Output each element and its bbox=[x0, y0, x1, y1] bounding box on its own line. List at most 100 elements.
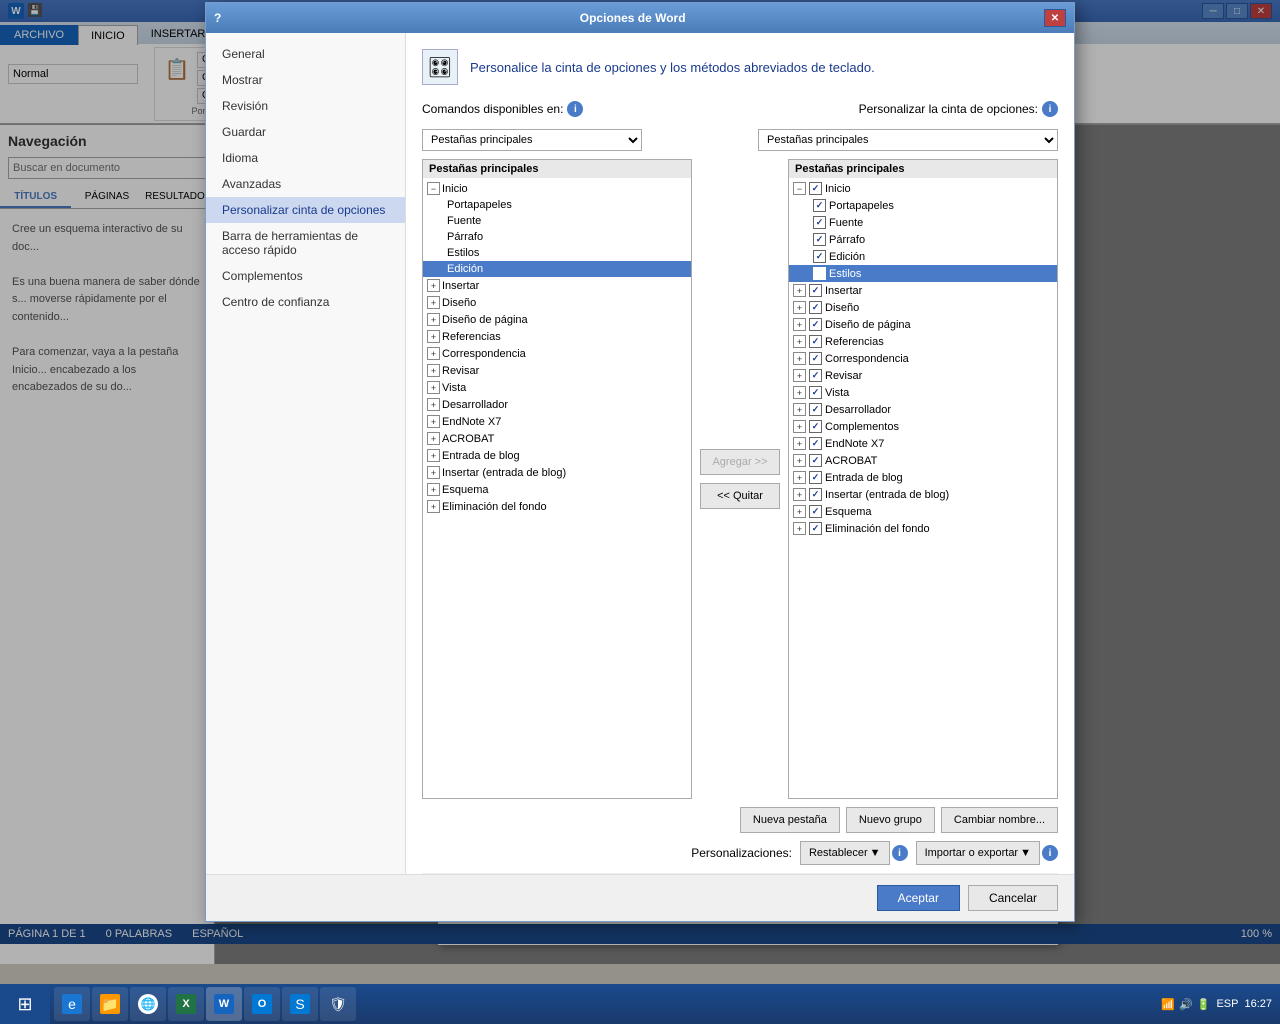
taskbar-right: 📶 🔊 🔋 ESP 16:27 bbox=[1153, 998, 1280, 1011]
cancel-button[interactable]: Cancelar bbox=[968, 885, 1058, 911]
personalization-info-icon[interactable]: i bbox=[892, 845, 908, 861]
accept-button[interactable]: Aceptar bbox=[877, 885, 960, 911]
import-group: Importar o exportar ▼ i bbox=[916, 841, 1058, 865]
right-tree-item[interactable]: +✓EndNote X7 bbox=[789, 435, 1057, 452]
taskbar-word[interactable]: W bbox=[206, 987, 242, 1021]
left-tree-item[interactable]: Estilos bbox=[423, 245, 691, 261]
right-tree-item[interactable]: ✓Fuente bbox=[789, 214, 1057, 231]
new-group-button[interactable]: Nuevo grupo bbox=[846, 807, 935, 833]
left-tree-item[interactable]: +Insertar bbox=[423, 277, 691, 294]
dialog-left-nav: General Mostrar Revisión Guardar Idioma … bbox=[206, 33, 406, 874]
left-tree-item[interactable]: +Esquema bbox=[423, 481, 691, 498]
right-tree-item[interactable]: +✓Correspondencia bbox=[789, 350, 1057, 367]
taskbar-outlook[interactable]: O bbox=[244, 987, 280, 1021]
right-tree-item[interactable]: +✓Entrada de blog bbox=[789, 469, 1057, 486]
nav-item-guardar[interactable]: Guardar bbox=[206, 119, 405, 145]
left-tree-item[interactable]: +ACROBAT bbox=[423, 430, 691, 447]
nav-item-personalizar-cinta[interactable]: Personalizar cinta de opciones bbox=[206, 197, 405, 223]
taskbar-explorer[interactable]: 📁 bbox=[92, 987, 128, 1021]
dialog-titlebar: ? Opciones de Word ✕ bbox=[206, 3, 1074, 33]
taskbar: ⊞ e 📁 🌐 X W O S 🛡 📶 🔊 🔋 bbox=[0, 984, 1280, 1024]
customize-dropdown[interactable]: Pestañas principales bbox=[758, 129, 1058, 151]
right-tree-item[interactable]: ✓Portapapeles bbox=[789, 197, 1057, 214]
import-info-icon[interactable]: i bbox=[1042, 845, 1058, 861]
right-tree-item[interactable]: −✓Inicio bbox=[789, 180, 1057, 197]
clock: 16:27 bbox=[1244, 998, 1272, 1010]
left-tree-item[interactable]: +Desarrollador bbox=[423, 396, 691, 413]
left-tree-item[interactable]: Portapapeles bbox=[423, 197, 691, 213]
right-tree-item[interactable]: +✓Esquema bbox=[789, 503, 1057, 520]
dialog-content-title-text: Personalice la cinta de opciones y los m… bbox=[470, 60, 875, 75]
right-tree-item[interactable]: +✓Diseño bbox=[789, 299, 1057, 316]
right-tree-item[interactable]: +✓Revisar bbox=[789, 367, 1057, 384]
right-tree-item[interactable]: +✓ACROBAT bbox=[789, 452, 1057, 469]
customize-info-icon[interactable]: i bbox=[1042, 101, 1058, 117]
left-tree-item[interactable]: Edición bbox=[423, 261, 691, 277]
right-tree-item[interactable]: +✓Complementos bbox=[789, 418, 1057, 435]
dialog-content-header: 🎛 Personalice la cinta de opciones y los… bbox=[422, 49, 1058, 85]
reset-group: Restablecer ▼ i bbox=[800, 841, 908, 865]
left-tree-item[interactable]: Fuente bbox=[423, 213, 691, 229]
nav-item-idioma[interactable]: Idioma bbox=[206, 145, 405, 171]
new-tab-button[interactable]: Nueva pestaña bbox=[740, 807, 840, 833]
taskbar-antivirus[interactable]: 🛡 bbox=[320, 987, 356, 1021]
dialog-close-button[interactable]: ✕ bbox=[1044, 9, 1066, 27]
remove-button[interactable]: << Quitar bbox=[700, 483, 780, 509]
right-tree-item[interactable]: +✓Referencias bbox=[789, 333, 1057, 350]
left-tree-item[interactable]: Párrafo bbox=[423, 229, 691, 245]
right-tree-item[interactable]: ✓Párrafo bbox=[789, 231, 1057, 248]
left-tree-item[interactable]: +Diseño de página bbox=[423, 311, 691, 328]
nav-item-barra-herramientas[interactable]: Barra de herramientas de acceso rápido bbox=[206, 223, 405, 263]
right-tree-item[interactable]: +✓Insertar (entrada de blog) bbox=[789, 486, 1057, 503]
left-tree-item[interactable]: −Inicio bbox=[423, 180, 691, 197]
left-tree-item[interactable]: +Entrada de blog bbox=[423, 447, 691, 464]
dialog-footer: Aceptar Cancelar bbox=[206, 874, 1074, 921]
options-dialog: ? Opciones de Word ✕ General Mostrar Rev… bbox=[205, 2, 1075, 922]
left-tree-item[interactable]: +Correspondencia bbox=[423, 345, 691, 362]
right-tree-item[interactable]: ✓Edición bbox=[789, 248, 1057, 265]
skype-icon: S bbox=[290, 994, 310, 1014]
right-tree-item[interactable]: ✓Estilos bbox=[789, 265, 1057, 282]
nav-item-general[interactable]: General bbox=[206, 41, 405, 67]
modal-overlay: ? Opciones de Word ✕ General Mostrar Rev… bbox=[0, 0, 1280, 984]
controls-row: Comandos disponibles en: i Personalizar … bbox=[422, 101, 1058, 117]
dialog-help-icon[interactable]: ? bbox=[214, 11, 221, 25]
add-button[interactable]: Agregar >> bbox=[700, 449, 780, 475]
nav-item-mostrar[interactable]: Mostrar bbox=[206, 67, 405, 93]
right-tree-item[interactable]: +✓Desarrollador bbox=[789, 401, 1057, 418]
taskbar-skype[interactable]: S bbox=[282, 987, 318, 1021]
left-tree-item[interactable]: +Insertar (entrada de blog) bbox=[423, 464, 691, 481]
right-tree-item[interactable]: +✓Eliminación del fondo bbox=[789, 520, 1057, 537]
nav-item-centro-confianza[interactable]: Centro de confianza bbox=[206, 289, 405, 315]
left-tree-item[interactable]: +Vista bbox=[423, 379, 691, 396]
left-tree-item[interactable]: +Diseño bbox=[423, 294, 691, 311]
commands-info-icon[interactable]: i bbox=[567, 101, 583, 117]
start-button[interactable]: ⊞ bbox=[0, 984, 50, 1024]
language-indicator: ESP bbox=[1216, 998, 1238, 1010]
outlook-icon: O bbox=[252, 994, 272, 1014]
left-tree-items: −InicioPortapapelesFuentePárrafoEstilosE… bbox=[423, 180, 691, 515]
right-tree-items: −✓Inicio✓Portapapeles✓Fuente✓Párrafo✓Edi… bbox=[789, 180, 1057, 537]
right-tree-item[interactable]: +✓Insertar bbox=[789, 282, 1057, 299]
reset-button[interactable]: Restablecer ▼ bbox=[800, 841, 890, 865]
left-tree-item[interactable]: +Revisar bbox=[423, 362, 691, 379]
right-tree-item[interactable]: +✓Vista bbox=[789, 384, 1057, 401]
nav-item-avanzadas[interactable]: Avanzadas bbox=[206, 171, 405, 197]
nav-item-revision[interactable]: Revisión bbox=[206, 93, 405, 119]
left-tree-item[interactable]: +EndNote X7 bbox=[423, 413, 691, 430]
middle-buttons: Agregar >> << Quitar bbox=[696, 159, 784, 799]
customize-select-group: Personalizar la cinta de opciones: i bbox=[859, 101, 1058, 117]
customize-label: Personalizar la cinta de opciones: bbox=[859, 102, 1038, 116]
commands-select-group: Comandos disponibles en: i bbox=[422, 101, 587, 117]
right-tree-item[interactable]: +✓Diseño de página bbox=[789, 316, 1057, 333]
nav-item-complementos[interactable]: Complementos bbox=[206, 263, 405, 289]
taskbar-excel[interactable]: X bbox=[168, 987, 204, 1021]
taskbar-chrome[interactable]: 🌐 bbox=[130, 987, 166, 1021]
dialog-content-icon: 🎛 bbox=[422, 49, 458, 85]
rename-button[interactable]: Cambiar nombre... bbox=[941, 807, 1058, 833]
left-tree-item[interactable]: +Referencias bbox=[423, 328, 691, 345]
import-export-button[interactable]: Importar o exportar ▼ bbox=[916, 841, 1040, 865]
taskbar-ie[interactable]: e bbox=[54, 987, 90, 1021]
left-tree-item[interactable]: +Eliminación del fondo bbox=[423, 498, 691, 515]
commands-dropdown[interactable]: Pestañas principales bbox=[422, 129, 642, 151]
